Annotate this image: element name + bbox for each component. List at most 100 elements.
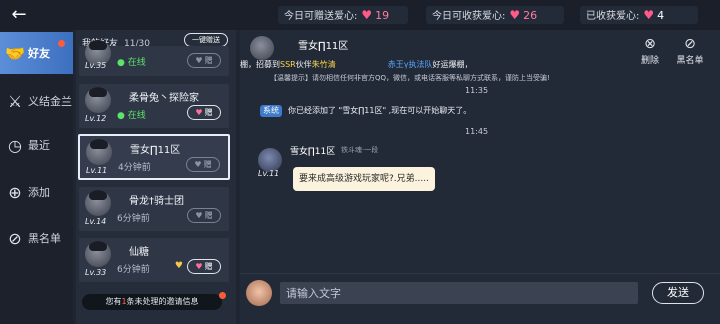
gift-button[interactable]: ♥ 赠	[187, 259, 221, 274]
friend-name: 雪女∏11区	[130, 145, 181, 156]
nav-item-label: 最近	[28, 139, 50, 152]
system-tag: 系统	[260, 105, 282, 117]
nav-item-label: 好友	[28, 47, 50, 60]
nav-item-label: 黑名单	[28, 232, 61, 245]
oath-icon: ⚔	[7, 91, 23, 111]
friend-status-text: 在线	[127, 58, 146, 68]
left-nav: 🤝 好友 ⚔ 义结金兰 ◷ 最近 ⊕ 添加 ⊘ 黑名单	[0, 30, 73, 324]
divider	[240, 273, 720, 274]
friend-card[interactable]: Lv.12 柔骨兔丶探险家 ● 在线 ♥ 赠	[79, 84, 229, 128]
message-timestamp: 11:45	[465, 127, 489, 136]
gift-button[interactable]: ♥ 赠	[187, 105, 221, 120]
heart-icon: ♥	[194, 160, 202, 169]
friend-name: 仙糖	[129, 247, 149, 258]
gift-label: 赠	[204, 262, 213, 271]
friend-level: Lv.12	[85, 114, 107, 123]
received-heart-icon: ♥	[174, 261, 183, 271]
nav-item-friends[interactable]: 🤝 好友	[0, 32, 73, 74]
marquee-highlight: SSR	[280, 60, 296, 69]
heart-icon: ♥	[195, 56, 203, 65]
friend-card[interactable]: Lv.33 仙糖 6分钟前 ♥ ♥ 赠	[79, 238, 229, 282]
heart-icon: ♥	[195, 262, 203, 271]
announcement-marquee: 棚，招募到SSR伙伴朱竹清 赤王γ执法队好运爆棚，	[240, 59, 720, 71]
chat-partner-name: 雪女∏11区	[298, 41, 349, 52]
chat-header: 雪女∏11区 ⊗ 删除 ⊘ 黑名单 棚，招募到SSR伙伴朱竹清 赤王γ执法队好运爆…	[240, 30, 720, 88]
nav-item-label: 义结金兰	[28, 95, 72, 108]
block-icon: ⊘	[8, 228, 22, 248]
heart-icon: ♥	[361, 8, 373, 22]
back-arrow-icon[interactable]: ←	[8, 4, 30, 26]
delete-user-icon: ⊗	[644, 36, 656, 52]
pending-invites-bar[interactable]: 您有1条未处理的邀请信息	[82, 294, 222, 310]
receivable-hearts-stat: 今日可收获爱心: ♥ 26	[426, 6, 564, 24]
avatar	[85, 190, 111, 216]
marquee-text: 伙伴	[295, 60, 312, 69]
notification-dot	[219, 292, 226, 299]
handshake-icon: 🤝	[5, 43, 25, 63]
system-message-text: 你已经添加了 "雪女∏11区" ,现在可以开始聊天了。	[288, 106, 472, 115]
received-hearts-stat: 已收获爱心: ♥ 4	[580, 6, 698, 24]
friend-card[interactable]: Lv.35 ● 在线 ♥ 赠	[79, 40, 229, 76]
friend-list-panel: 我的好友11/30 一键赠送 Lv.35 ● 在线 ♥赠 Lv.12 柔骨兔丶探…	[76, 30, 236, 324]
top-bar: ← 今日可赠送爱心: ♥ 19 今日可收获爱心: ♥ 26 已收获爱心: ♥ 4	[0, 0, 720, 30]
block-icon: ⊘	[684, 36, 696, 52]
gift-button[interactable]: ♥ 赠	[187, 53, 221, 68]
add-user-icon: ⊕	[8, 182, 22, 202]
friend-card-selected[interactable]: Lv.11 雪女∏11区 4分钟前 ♥ 赠	[78, 134, 230, 180]
sender-name: 雪女∏11区	[290, 147, 336, 157]
friend-status: ● 在线	[117, 58, 146, 68]
giftable-hearts-value: 19	[375, 9, 390, 22]
chat-input-row: 发送	[240, 280, 720, 324]
nav-item-add[interactable]: ⊕ 添加	[0, 171, 73, 213]
notification-dot	[58, 40, 65, 47]
friend-name: 柔骨兔丶探险家	[129, 93, 199, 104]
friend-status: 4分钟前	[118, 163, 151, 173]
safety-warning: 【温馨提示】请勿相信任何非官方QQ，微信，或电话客服等私聊方式联系，谨防上当受骗…	[270, 74, 550, 82]
friend-level: Lv.33	[85, 268, 107, 277]
chat-bubble: 要来成高级游戏玩家呢?.兄弟.....	[293, 167, 435, 191]
gift-button[interactable]: ♥ 赠	[186, 157, 220, 172]
giftable-hearts-stat: 今日可赠送爱心: ♥ 19	[278, 6, 408, 24]
friend-level: Lv.14	[85, 217, 107, 226]
friend-status-text: 在线	[127, 111, 146, 121]
heart-icon: ♥	[643, 8, 655, 22]
heart-icon: ♥	[509, 8, 521, 22]
friend-status: 6分钟前	[117, 214, 150, 224]
friend-level: Lv.35	[85, 61, 107, 70]
sender-title: 铁斗魂·一段	[341, 146, 379, 154]
gift-all-button[interactable]: 一键赠送	[184, 33, 228, 47]
friend-status: 6分钟前	[117, 265, 150, 275]
recent-user-icon: ◷	[8, 135, 22, 155]
system-message: 系统 你已经添加了 "雪女∏11区" ,现在可以开始聊天了。	[260, 103, 471, 119]
friend-name: 骨龙†骑士团	[129, 196, 184, 207]
marquee-text: 棚，招募到	[240, 60, 280, 69]
friend-level: Lv.11	[86, 166, 108, 175]
send-button[interactable]: 发送	[652, 282, 704, 304]
received-hearts-label: 已收获爱心:	[586, 11, 640, 22]
receivable-hearts-value: 26	[523, 9, 538, 22]
gift-label: 赠	[204, 211, 213, 220]
avatar	[246, 280, 272, 306]
avatar	[250, 36, 274, 60]
received-hearts-value: 4	[657, 9, 665, 22]
chat-input[interactable]	[280, 282, 638, 304]
invite-suffix: 条未处理的邀请信息	[126, 297, 199, 306]
friend-card[interactable]: Lv.14 骨龙†骑士团 6分钟前 ♥ 赠	[79, 187, 229, 231]
heart-icon: ♥	[195, 211, 203, 220]
sender-level: Lv.11	[258, 169, 280, 178]
gift-label: 赠	[204, 56, 213, 65]
chat-panel: 雪女∏11区 ⊗ 删除 ⊘ 黑名单 棚，招募到SSR伙伴朱竹清 赤王γ执法队好运爆…	[240, 30, 720, 324]
nav-item-recent[interactable]: ◷ 最近	[0, 124, 73, 166]
gift-button[interactable]: ♥ 赠	[187, 208, 221, 223]
heart-icon: ♥	[195, 108, 203, 117]
avatar	[85, 87, 111, 113]
gift-label: 赠	[203, 160, 212, 169]
nav-item-label: 添加	[28, 186, 50, 199]
avatar	[85, 241, 111, 267]
marquee-highlight: 朱竹清	[311, 60, 336, 69]
nav-item-blacklist[interactable]: ⊘ 黑名单	[0, 217, 73, 259]
giftable-hearts-label: 今日可赠送爱心:	[284, 11, 358, 22]
marquee-text: 好运爆棚，	[432, 60, 473, 69]
nav-item-sworn[interactable]: ⚔ 义结金兰	[0, 80, 73, 122]
gift-label: 赠	[204, 108, 213, 117]
